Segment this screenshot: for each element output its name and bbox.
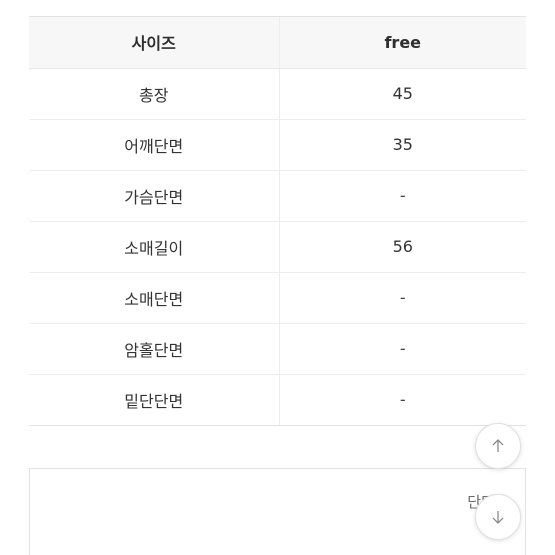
- row-label-chest: 가슴단면: [29, 170, 280, 222]
- table-header-row: 사이즈 free: [29, 17, 526, 69]
- row-label-sleeve-width: 소매단면: [29, 272, 280, 324]
- row-label-hem: 밑단단면: [29, 374, 280, 425]
- scroll-to-top-button[interactable]: [475, 423, 521, 469]
- table-header-size: 사이즈: [29, 17, 280, 69]
- table-row: 총장 45: [29, 68, 526, 120]
- row-value-shoulder: 35: [279, 119, 526, 171]
- row-value-chest: -: [279, 170, 526, 222]
- row-value-hem: -: [399, 390, 406, 410]
- scroll-to-bottom-button[interactable]: [475, 494, 521, 540]
- row-label-total-length: 총장: [29, 68, 280, 120]
- lower-content-panel: 단면(c: [29, 468, 526, 555]
- row-value-total-length: 45: [279, 68, 526, 120]
- size-table-head: 사이즈 free: [29, 17, 526, 69]
- table-row: 소매길이 56: [29, 221, 526, 273]
- row-value-sleeve-width: -: [279, 272, 526, 324]
- arrow-down-icon: [488, 507, 508, 527]
- size-table-body: 총장 45 어깨단면 35 가슴단면 - 소매길이 56 소매단면 - 암홀단면…: [29, 68, 526, 425]
- table-header-free: free: [279, 17, 526, 69]
- table-row: 가슴단면 -: [29, 170, 526, 222]
- row-label-shoulder: 어깨단면: [29, 119, 280, 171]
- arrow-up-icon: [488, 436, 508, 456]
- row-label-sleeve-length: 소매길이: [29, 221, 280, 273]
- table-row: 암홀단면 -: [29, 323, 526, 375]
- row-value-armhole: -: [279, 323, 526, 375]
- table-row: 밑단단면 -: [29, 374, 526, 425]
- size-table: 사이즈 free 총장 45 어깨단면 35 가슴단면 - 소매길이 56 소매…: [29, 17, 526, 425]
- table-row: 소매단면 -: [29, 272, 526, 324]
- row-label-armhole: 암홀단면: [29, 323, 280, 375]
- table-row: 어깨단면 35: [29, 119, 526, 171]
- page-root: 사이즈 free 총장 45 어깨단면 35 가슴단면 - 소매길이 56 소매…: [0, 0, 555, 555]
- size-table-container: 사이즈 free 총장 45 어깨단면 35 가슴단면 - 소매길이 56 소매…: [29, 16, 526, 426]
- row-value-sleeve-length: 56: [279, 221, 526, 273]
